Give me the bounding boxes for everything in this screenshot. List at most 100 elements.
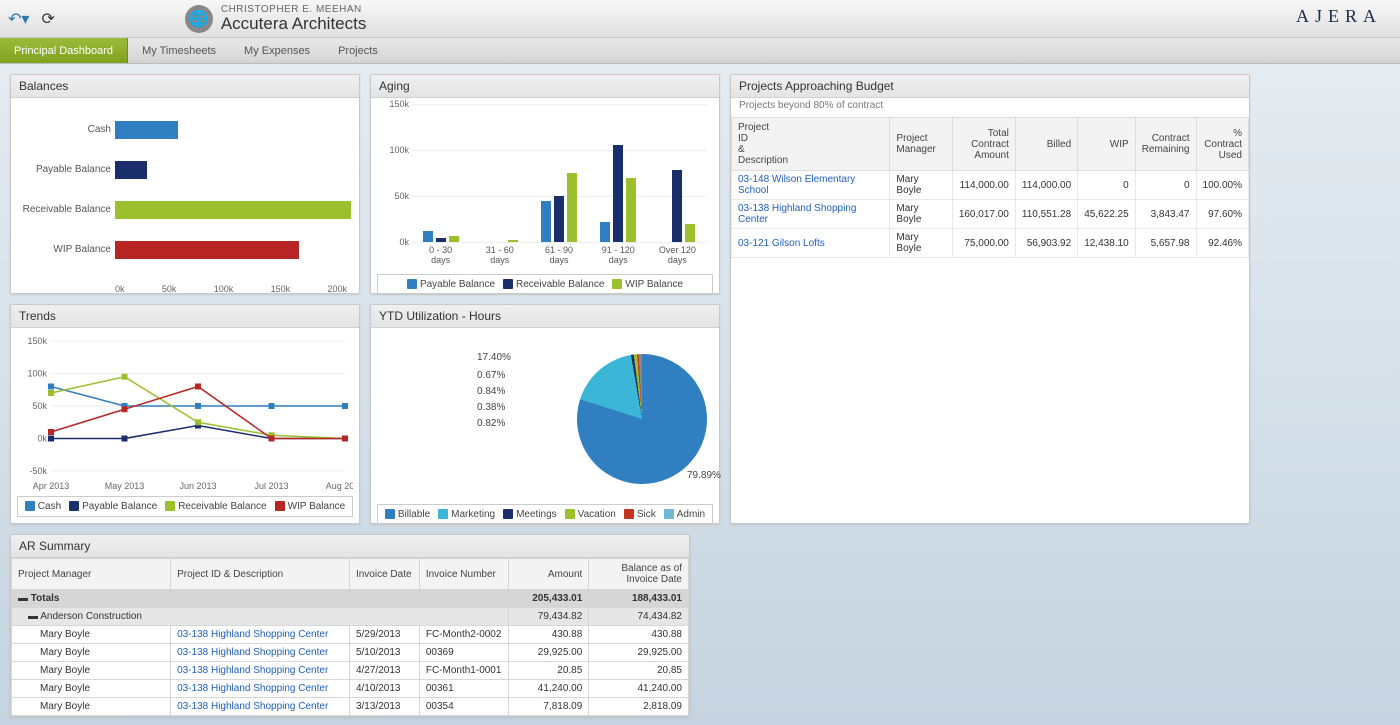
projects-table: ProjectID&DescriptionProjectManagerTotal…: [731, 117, 1249, 258]
table-row: 03-121 Gilson Lofts Mary Boyle 75,000.00…: [732, 229, 1249, 258]
ar-col-header[interactable]: Project ID & Description: [171, 559, 350, 590]
balances-cat-label: Payable Balance: [17, 164, 111, 175]
table-row: 03-138 Highland Shopping Center Mary Boy…: [732, 200, 1249, 229]
widget-aging: Aging 0k50k100k150k0 - 30days31 - 60days…: [370, 74, 720, 294]
trends-chart: -50k0k50k100k150kApr 2013May 2013Jun 201…: [17, 334, 353, 496]
aging-bar: [436, 238, 446, 242]
pie-label-admin: 0.82%: [477, 418, 505, 429]
svg-text:150k: 150k: [27, 336, 47, 346]
legend-item: Marketing: [438, 509, 495, 520]
legend-item: Vacation: [565, 509, 616, 520]
ar-col-header[interactable]: Project Manager: [12, 559, 171, 590]
widget-trends: Trends -50k0k50k100k150kApr 2013May 2013…: [10, 304, 360, 524]
widget-balances: Balances Cash Payable Balance Receivable…: [10, 74, 360, 294]
aging-bar: [508, 240, 518, 242]
aging-bar: [423, 231, 433, 242]
widget-utilization: YTD Utilization - Hours 17.40% 0.67% 0.8…: [370, 304, 720, 524]
ar-table: Project Manager Project ID & Description…: [11, 558, 689, 716]
project-link[interactable]: 03-138 Highland Shopping Center: [171, 644, 350, 662]
topbar: ↶▾ ⟳ 🌐 CHRISTOPHER E. MEEHAN Accutera Ar…: [0, 0, 1400, 38]
svg-text:Jun 2013: Jun 2013: [179, 481, 216, 491]
ar-col-header[interactable]: Balance as of Invoice Date: [589, 559, 689, 590]
ar-col-header[interactable]: Invoice Date: [349, 559, 419, 590]
ar-col-header[interactable]: Amount: [509, 559, 589, 590]
table-row: Mary Boyle 03-138 Highland Shopping Cent…: [12, 644, 689, 662]
aging-bar: [672, 170, 682, 242]
table-row: Mary Boyle 03-138 Highland Shopping Cent…: [12, 662, 689, 680]
aging-bar: [554, 196, 564, 242]
project-link[interactable]: 03-148 Wilson Elementary School: [732, 171, 890, 200]
legend-item: Admin: [664, 509, 705, 520]
aging-bar: [613, 145, 623, 242]
project-link[interactable]: 03-138 Highland Shopping Center: [171, 698, 350, 716]
tab-projects[interactable]: Projects: [324, 38, 392, 63]
balances-bar: [115, 161, 147, 179]
back-icon[interactable]: ↶▾: [8, 9, 29, 29]
project-link[interactable]: 03-138 Highland Shopping Center: [732, 200, 890, 229]
projects-col-header[interactable]: ProjectManager: [890, 118, 952, 171]
svg-text:Aug 2013: Aug 2013: [326, 481, 353, 491]
balances-chart: Cash Payable Balance Receivable Balance …: [17, 104, 353, 304]
aging-chart: 0k50k100k150k0 - 30days31 - 60days61 - 9…: [377, 104, 713, 272]
legend-item: WIP Balance: [275, 501, 346, 512]
table-row: Mary Boyle 03-138 Highland Shopping Cent…: [12, 680, 689, 698]
tab-my-expenses[interactable]: My Expenses: [230, 38, 324, 63]
legend-item: Receivable Balance: [503, 279, 604, 290]
legend-item: Payable Balance: [69, 501, 157, 512]
project-link[interactable]: 03-121 Gilson Lofts: [732, 229, 890, 258]
ar-col-header[interactable]: Invoice Number: [419, 559, 509, 590]
svg-text:-50k: -50k: [29, 466, 47, 476]
svg-text:May 2013: May 2013: [105, 481, 145, 491]
pie-label-vacation: 0.84%: [477, 386, 505, 397]
projects-col-header[interactable]: %ContractUsed: [1196, 118, 1249, 171]
aging-bar: [449, 236, 459, 242]
legend-item: Meetings: [503, 509, 557, 520]
balances-bar: [115, 201, 351, 219]
pie-label-marketing: 17.40%: [477, 352, 511, 363]
legend-item: Payable Balance: [407, 279, 495, 290]
pie-label-sick: 0.38%: [477, 402, 505, 413]
widget-projects: Projects Approaching Budget Projects bey…: [730, 74, 1250, 524]
trends-legend: CashPayable BalanceReceivable BalanceWIP…: [17, 496, 353, 517]
logo: AJERA: [1296, 6, 1382, 27]
widget-title: Balances: [11, 75, 359, 98]
project-link[interactable]: 03-138 Highland Shopping Center: [171, 680, 350, 698]
balances-cat-label: Cash: [17, 124, 111, 135]
table-row: Mary Boyle 03-138 Highland Shopping Cent…: [12, 626, 689, 644]
table-row: Mary Boyle 03-138 Highland Shopping Cent…: [12, 698, 689, 716]
svg-text:100k: 100k: [27, 369, 47, 379]
utilization-chart: 17.40% 0.67% 0.84% 0.38% 0.82% 79.89%: [377, 334, 713, 504]
aging-bar: [567, 173, 577, 242]
balances-cat-label: WIP Balance: [17, 244, 111, 255]
balances-cat-label: Receivable Balance: [17, 204, 111, 215]
ar-group-row[interactable]: ▬ Anderson Construction 79,434.8274,434.…: [12, 608, 689, 626]
widget-subtitle: Projects beyond 80% of contract: [731, 98, 1249, 117]
pie-icon: [577, 354, 707, 484]
projects-col-header[interactable]: TotalContractAmount: [952, 118, 1015, 171]
aging-bar: [685, 224, 695, 242]
projects-col-header[interactable]: Billed: [1015, 118, 1077, 171]
nav-tabs: Principal Dashboard My Timesheets My Exp…: [0, 38, 1400, 64]
utilization-legend: BillableMarketingMeetingsVacationSickAdm…: [377, 504, 713, 525]
project-link[interactable]: 03-138 Highland Shopping Center: [171, 662, 350, 680]
projects-col-header[interactable]: WIP: [1078, 118, 1136, 171]
legend-item: Sick: [624, 509, 656, 520]
legend-item: Cash: [25, 501, 61, 512]
company-name: Accutera Architects: [221, 15, 367, 34]
projects-col-header[interactable]: ProjectID&Description: [732, 118, 890, 171]
tab-my-timesheets[interactable]: My Timesheets: [128, 38, 230, 63]
legend-item: WIP Balance: [612, 279, 683, 290]
refresh-icon[interactable]: ⟳: [41, 9, 54, 29]
tab-principal-dashboard[interactable]: Principal Dashboard: [0, 38, 128, 63]
project-link[interactable]: 03-138 Highland Shopping Center: [171, 626, 350, 644]
widget-title: AR Summary: [11, 535, 689, 558]
user-name: CHRISTOPHER E. MEEHAN: [221, 4, 367, 15]
svg-text:Apr 2013: Apr 2013: [33, 481, 70, 491]
ar-totals-row[interactable]: ▬ Totals 205,433.01188,433.01: [12, 590, 689, 608]
svg-text:0k: 0k: [37, 434, 47, 444]
balances-bar: [115, 121, 178, 139]
aging-legend: Payable Balance Receivable Balance WIP Bal…: [377, 274, 713, 295]
projects-col-header[interactable]: ContractRemaining: [1135, 118, 1196, 171]
globe-icon[interactable]: 🌐: [185, 5, 213, 33]
widget-title: Aging: [371, 75, 719, 98]
